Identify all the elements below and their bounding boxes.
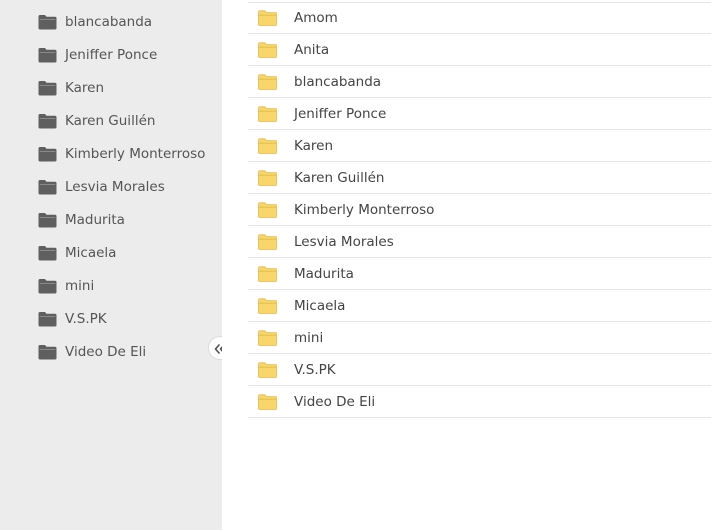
folder-icon bbox=[258, 137, 277, 154]
sidebar-item-karen-guillen[interactable]: Karen Guillén bbox=[38, 109, 155, 133]
folder-icon bbox=[258, 329, 277, 346]
file-name: Jeniffer Ponce bbox=[294, 105, 387, 122]
file-name: V.S.PK bbox=[294, 361, 336, 378]
sidebar-item-label: Video De Eli bbox=[65, 344, 147, 360]
sidebar-item-micaela[interactable]: Micaela bbox=[38, 241, 116, 265]
file-name: Karen Guillén bbox=[294, 169, 385, 186]
folder-icon bbox=[38, 47, 57, 63]
file-list: Amom Anita blancabanda Jeniffer Ponce Ka… bbox=[222, 0, 711, 530]
folder-icon bbox=[38, 80, 57, 96]
folder-icon bbox=[258, 265, 277, 282]
sidebar-item-label: Kimberly Monterroso bbox=[65, 146, 206, 162]
folder-icon bbox=[38, 14, 57, 30]
folder-icon bbox=[38, 278, 57, 294]
sidebar-item-label: Karen Guillén bbox=[65, 113, 156, 129]
sidebar-item-label: Jeniffer Ponce bbox=[65, 47, 158, 63]
file-row-video-de-eli[interactable]: Video De Eli bbox=[248, 386, 711, 418]
file-name: Kimberly Monterroso bbox=[294, 201, 435, 218]
folder-icon bbox=[258, 297, 277, 314]
sidebar-item-label: Micaela bbox=[65, 245, 117, 261]
file-name: Lesvia Morales bbox=[294, 233, 394, 250]
folder-icon bbox=[38, 179, 57, 195]
sidebar-item-kimberly-monterroso[interactable]: Kimberly Monterroso bbox=[38, 142, 205, 166]
folder-icon bbox=[258, 393, 277, 410]
folder-icon bbox=[38, 245, 57, 261]
sidebar-item-label: V.S.PK bbox=[65, 311, 107, 327]
file-name: Anita bbox=[294, 41, 330, 58]
sidebar-item-video-de-eli[interactable]: Video De Eli bbox=[38, 340, 146, 364]
file-name: Karen bbox=[294, 137, 334, 154]
file-browser: blancabanda Jeniffer Ponce Karen Karen G… bbox=[0, 0, 711, 530]
folder-icon bbox=[258, 233, 277, 250]
file-row-lesvia-morales[interactable]: Lesvia Morales bbox=[248, 226, 711, 258]
file-row-micaela[interactable]: Micaela bbox=[248, 290, 711, 322]
file-name: blancabanda bbox=[294, 73, 382, 90]
file-row-vspk[interactable]: V.S.PK bbox=[248, 354, 711, 386]
sidebar-item-blancabanda[interactable]: blancabanda bbox=[38, 10, 152, 34]
sidebar-item-karen[interactable]: Karen bbox=[38, 76, 104, 100]
folder-icon bbox=[258, 41, 277, 58]
file-row-anita[interactable]: Anita bbox=[248, 34, 711, 66]
file-row-jeniffer-ponce[interactable]: Jeniffer Ponce bbox=[248, 98, 711, 130]
sidebar-item-label: blancabanda bbox=[65, 14, 153, 30]
folder-icon bbox=[258, 73, 277, 90]
sidebar-item-label: Lesvia Morales bbox=[65, 179, 165, 195]
sidebar-item-lesvia-morales[interactable]: Lesvia Morales bbox=[38, 175, 165, 199]
folder-icon bbox=[258, 105, 277, 122]
file-row-amom[interactable]: Amom bbox=[248, 2, 711, 34]
file-name: Micaela bbox=[294, 297, 346, 314]
folder-icon bbox=[38, 311, 57, 327]
file-row-blancabanda[interactable]: blancabanda bbox=[248, 66, 711, 98]
file-row-karen-guillen[interactable]: Karen Guillén bbox=[248, 162, 711, 194]
folder-icon bbox=[38, 212, 57, 228]
folder-icon bbox=[258, 10, 277, 26]
sidebar-item-jeniffer-ponce[interactable]: Jeniffer Ponce bbox=[38, 43, 157, 67]
sidebar-item-label: Madurita bbox=[65, 212, 125, 228]
sidebar-item-mini[interactable]: mini bbox=[38, 274, 94, 298]
file-row-kimberly-monterroso[interactable]: Kimberly Monterroso bbox=[248, 194, 711, 226]
folder-icon bbox=[258, 169, 277, 186]
folder-icon bbox=[258, 201, 277, 218]
folder-icon bbox=[38, 146, 57, 162]
file-name: Madurita bbox=[294, 265, 354, 282]
file-name: mini bbox=[294, 329, 324, 346]
sidebar: blancabanda Jeniffer Ponce Karen Karen G… bbox=[0, 0, 222, 530]
sidebar-item-label: mini bbox=[65, 278, 95, 294]
file-row-mini[interactable]: mini bbox=[248, 322, 711, 354]
file-row-madurita[interactable]: Madurita bbox=[248, 258, 711, 290]
file-name: Video De Eli bbox=[294, 393, 376, 410]
folder-icon bbox=[258, 361, 277, 378]
folder-icon bbox=[38, 113, 57, 129]
sidebar-item-label: Karen bbox=[65, 80, 105, 96]
folder-icon bbox=[38, 344, 57, 360]
sidebar-item-madurita[interactable]: Madurita bbox=[38, 208, 125, 232]
file-row-karen[interactable]: Karen bbox=[248, 130, 711, 162]
sidebar-item-vspk[interactable]: V.S.PK bbox=[38, 307, 107, 331]
file-name: Amom bbox=[294, 10, 338, 26]
